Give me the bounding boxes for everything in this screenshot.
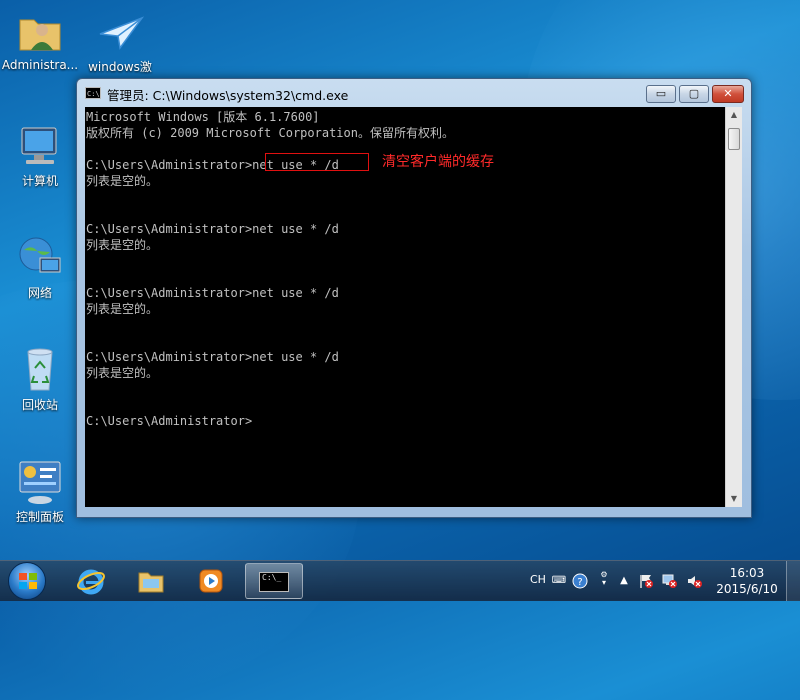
desktop-icon-recycle-bin[interactable]: 回收站	[0, 346, 80, 413]
window-title: 管理员: C:\Windows\system32\cmd.exe	[107, 88, 349, 103]
system-clock[interactable]: 16:03 2015/6/10	[712, 565, 782, 597]
folder-icon	[137, 567, 165, 595]
computer-icon	[16, 122, 64, 170]
console-line: 列表是空的。	[86, 302, 159, 316]
console-line: C:\Users\Administrator>	[86, 414, 253, 428]
desktop-icon-computer[interactable]: 计算机	[0, 122, 80, 189]
desktop-icon-label: Administra...	[1, 58, 79, 72]
taskbar-cmd-button[interactable]: C:\_	[245, 563, 303, 599]
command-highlight-box	[265, 153, 369, 171]
minimize-button[interactable]: ▭	[646, 85, 676, 103]
desktop-icon-label: 网络	[27, 286, 52, 300]
scroll-up-button[interactable]: ▲	[726, 107, 742, 123]
volume-muted-icon[interactable]	[686, 573, 702, 589]
taskbar: C:\_ CH ⌨ ? ⚙ ▾ ▲ 16:03 2015/6/10	[0, 560, 800, 601]
console-line: 版权所有 (c) 2009 Microsoft Corporation。保留所有…	[86, 126, 454, 140]
console-line: C:\Users\Administrator>net use * /d	[86, 350, 339, 364]
windows-logo-icon	[19, 573, 37, 589]
cmd-icon: C:\	[85, 87, 101, 99]
close-button[interactable]: ✕	[712, 85, 744, 103]
window-titlebar[interactable]: C:\ 管理员: C:\Windows\system32\cmd.exe ▭ ▢…	[77, 79, 751, 107]
taskbar-media-player-button[interactable]	[182, 563, 240, 599]
network-globe-icon	[16, 234, 64, 282]
help-icon[interactable]: ?	[572, 573, 588, 589]
cmd-taskbar-icon: C:\_	[259, 568, 289, 596]
desktop-icon-control-panel[interactable]: 控制面板	[0, 458, 80, 525]
start-button[interactable]	[8, 562, 46, 600]
desktop-icon-label: windows激	[88, 60, 152, 74]
recycle-bin-icon	[16, 346, 64, 394]
show-hidden-icons-button[interactable]: ▲	[616, 573, 632, 589]
maximize-button[interactable]: ▢	[679, 85, 709, 103]
paper-plane-icon	[96, 8, 145, 56]
console-line: 列表是空的。	[86, 238, 159, 252]
internet-explorer-icon	[77, 567, 105, 595]
console-line: 列表是空的。	[86, 366, 159, 380]
language-indicator[interactable]: CH	[530, 573, 546, 613]
action-center-flag-icon[interactable]	[638, 573, 654, 589]
taskbar-ie-button[interactable]	[62, 563, 120, 599]
ime-settings-icon[interactable]: ⚙ ▾	[596, 571, 612, 587]
clock-date: 2015/6/10	[716, 582, 778, 596]
desktop-icon-administrator[interactable]: Administra...	[0, 8, 80, 72]
keyboard-icon[interactable]: ⌨	[551, 573, 567, 589]
network-disconnected-icon[interactable]	[662, 573, 678, 589]
show-desktop-button[interactable]	[786, 561, 800, 601]
console-line: C:\Users\Administrator>net use * /d	[86, 222, 339, 236]
console-line: C:\Users\Administrator>net use * /d	[86, 286, 339, 300]
taskbar-explorer-button[interactable]	[122, 563, 180, 599]
control-panel-icon	[16, 458, 64, 506]
console-line: 列表是空的。	[86, 174, 159, 188]
desktop-icon-windows-activation[interactable]: windows激	[80, 8, 160, 75]
scroll-thumb[interactable]	[728, 128, 740, 150]
cmd-window[interactable]: C:\ 管理员: C:\Windows\system32\cmd.exe ▭ ▢…	[76, 78, 752, 518]
desktop-icon-label: 计算机	[21, 174, 58, 188]
user-folder-icon	[16, 8, 64, 56]
desktop-icon-network[interactable]: 网络	[0, 234, 80, 301]
scroll-down-button[interactable]: ▼	[726, 491, 742, 507]
cmd-taskbar-label: C:\_	[259, 572, 289, 592]
console-line: Microsoft Windows [版本 6.1.7600]	[86, 110, 320, 124]
desktop-icon-label: 回收站	[21, 398, 58, 412]
console-scrollbar[interactable]: ▲ ▼	[725, 107, 742, 507]
clock-time: 16:03	[729, 566, 765, 580]
media-player-icon	[197, 567, 225, 595]
svg-text:?: ?	[577, 577, 582, 588]
annotation-text: 清空客户端的缓存	[382, 154, 494, 170]
desktop-icon-label: 控制面板	[15, 510, 64, 524]
